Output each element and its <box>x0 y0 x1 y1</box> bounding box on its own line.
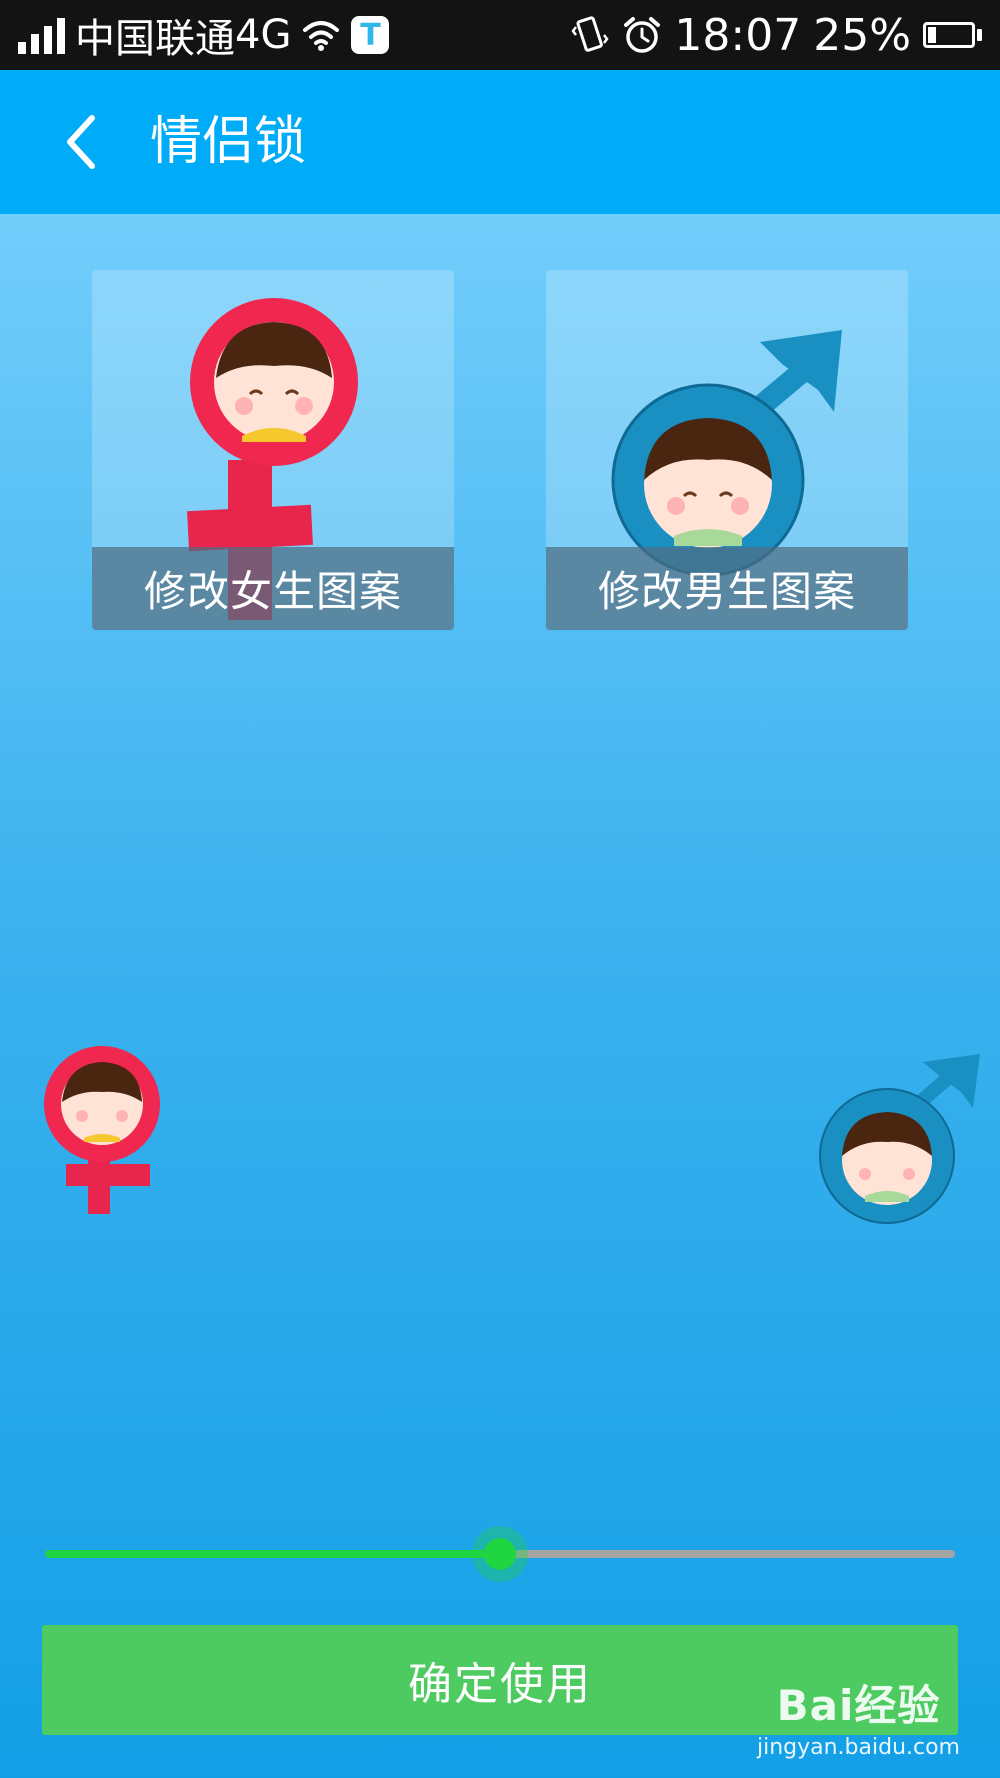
male-pattern-card[interactable]: 修改男生图案 <box>546 270 908 630</box>
battery-icon <box>923 22 982 48</box>
slider-thumb[interactable] <box>472 1526 528 1582</box>
female-lock-handle[interactable] <box>40 1046 166 1222</box>
network-label: 4G <box>235 12 292 58</box>
status-left: 中国联通 4G T <box>18 0 390 70</box>
watermark-logo: Bai经验 <box>776 1681 941 1730</box>
signal-icon <box>18 16 65 54</box>
unlock-slider[interactable] <box>45 1526 955 1582</box>
wifi-icon <box>303 21 340 51</box>
t-app-icon: T <box>351 16 390 54</box>
back-arrow-icon <box>67 115 95 169</box>
vibrate-icon <box>571 16 609 52</box>
slider-progress <box>45 1550 500 1558</box>
status-bar: 中国联通 4G T 18:07 25% <box>0 0 1000 70</box>
baidu-watermark: Bai经验 jingyan.baidu.com <box>757 1672 960 1760</box>
status-right: 18:07 25% <box>570 0 982 70</box>
male-lock-handle[interactable] <box>815 1044 985 1228</box>
female-pattern-card[interactable]: 修改女生图案 <box>92 270 454 630</box>
carrier-label: 中国联通 <box>75 16 235 62</box>
page-title: 情侣锁 <box>150 112 307 172</box>
app-bar: 情侣锁 <box>0 70 1000 214</box>
watermark-url: jingyan.baidu.com <box>756 1735 960 1760</box>
male-pattern-label: 修改男生图案 <box>546 547 908 630</box>
main-content: 修改女生图案 修改男生图案 确定使用 Bai经验 jingyan.baidu.c… <box>0 214 1000 1778</box>
clock-time: 18:07 <box>674 9 802 61</box>
female-symbol-icon <box>44 1046 160 1214</box>
alarm-icon <box>624 17 661 53</box>
male-symbol-icon <box>819 1054 980 1224</box>
back-button[interactable] <box>42 104 118 180</box>
female-pattern-label: 修改女生图案 <box>92 547 454 630</box>
battery-percent: 25% <box>813 9 911 61</box>
